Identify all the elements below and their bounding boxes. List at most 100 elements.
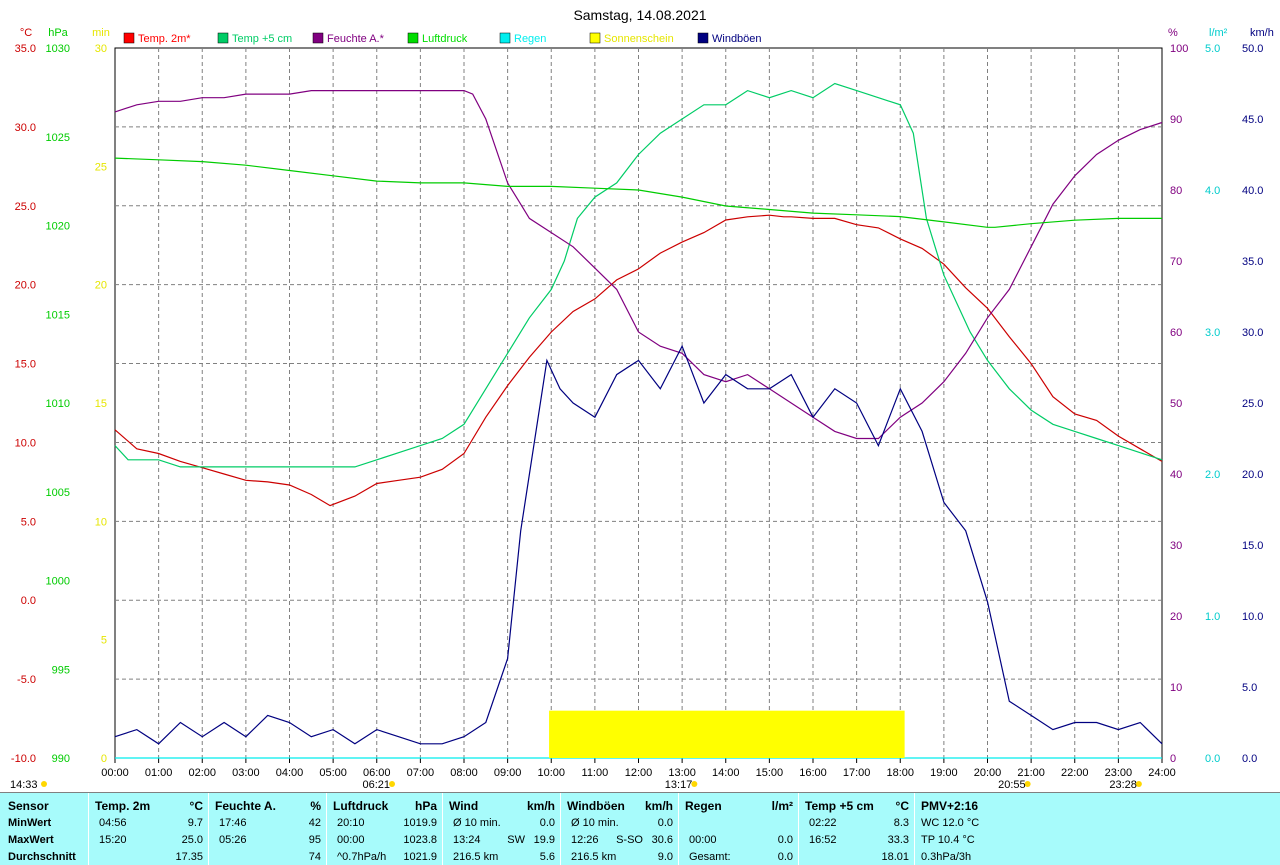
y-tick-label-temp: -5.0: [17, 674, 36, 686]
marker-label: 13:17: [665, 779, 693, 791]
x-tick-label: 08:00: [450, 767, 478, 779]
stats-cell-value: 30.6: [651, 834, 673, 846]
stats-col-title: Temp +5 cm: [805, 799, 874, 813]
y-axis-unit-rain: l/m²: [1209, 27, 1228, 39]
chart-title: Samstag, 14.08.2021: [573, 7, 706, 23]
x-tick-label: 24:00: [1148, 767, 1176, 779]
marker-dot: [41, 781, 47, 787]
stats-cell-direction: S-SO: [616, 834, 643, 846]
y-tick-label-wind: 0.0: [1242, 753, 1257, 765]
x-tick-label: 17:00: [843, 767, 871, 779]
y-tick-label-wind: 45.0: [1242, 114, 1263, 126]
y-tick-label-press: 1000: [46, 576, 70, 588]
y-axis-unit-temp: °C: [20, 27, 32, 39]
y-tick-label-temp: 15.0: [15, 359, 36, 371]
stats-cell-value: 25.0: [181, 834, 203, 846]
stats-cell-time: 04:56: [99, 817, 127, 829]
stats-cell-direction: SW: [507, 834, 525, 846]
stats-cell-time: ^0.7hPa/h: [337, 851, 387, 863]
y-axis-unit-wind: km/h: [1250, 27, 1274, 39]
y-tick-label-wind: 35.0: [1242, 256, 1263, 268]
stats-cell-value: 9.0: [657, 851, 673, 863]
x-tick-label: 15:00: [756, 767, 784, 779]
y-tick-label-hum: 80: [1170, 185, 1182, 197]
stats-cell-value: 18.01: [881, 851, 909, 863]
stats-row-labels: Sensor MinWert MaxWert Durchschnitt: [0, 793, 88, 865]
stats-cell-value: 1019.9: [403, 817, 437, 829]
y-tick-label-press: 990: [52, 753, 70, 765]
stats-cell-value: 9.7: [187, 817, 203, 829]
y-tick-label-sun: 0: [101, 753, 107, 765]
y-axis-unit-hum: %: [1168, 27, 1178, 39]
y-tick-label-wind: 30.0: [1242, 327, 1263, 339]
y-tick-label-sun: 15: [95, 398, 107, 410]
stats-col-unit: hPa: [414, 799, 437, 813]
legend-label: Temp. 2m*: [138, 33, 191, 45]
stats-col-unit: l/m²: [771, 799, 793, 813]
stats-col-unit: km/h: [526, 799, 555, 813]
legend-label: Regen: [514, 33, 546, 45]
x-tick-label: 11:00: [582, 767, 609, 779]
y-tick-label-hum: 20: [1170, 611, 1182, 623]
stats-col-2: Luftdruck hPa 20:10 1019.9 00:00 1023.8 ^0.7hP…: [326, 793, 443, 865]
stats-col-title: Temp. 2m: [95, 799, 151, 813]
y-tick-label-sun: 25: [95, 161, 107, 173]
legend-swatch: [407, 32, 419, 44]
x-tick-label: 16:00: [799, 767, 827, 779]
legend-swatch: [312, 32, 324, 44]
y-tick-label-press: 1030: [46, 43, 70, 55]
stats-col-title: Feuchte A.: [215, 799, 276, 813]
stats-cell-value: 0.0: [657, 817, 673, 829]
y-tick-label-wind: 5.0: [1242, 682, 1257, 694]
x-tick-label: 03:00: [232, 767, 260, 779]
y-tick-label-temp: 20.0: [15, 280, 36, 292]
y-tick-label-wind: 20.0: [1242, 469, 1263, 481]
stats-col-7: PMV+2:16 WC 12.0 °C TP 10.4 °C 0.3hPa/3h: [914, 793, 1035, 865]
stats-col-unit: °C: [189, 799, 203, 813]
stats-cell-value: 0.0: [539, 817, 555, 829]
y-tick-label-hum: 70: [1170, 256, 1182, 268]
legend-swatch: [217, 32, 229, 44]
y-tick-label-wind: 15.0: [1242, 540, 1263, 552]
stats-cell-time: Ø 10 min.: [453, 817, 501, 829]
y-tick-label-rain: 2.0: [1205, 469, 1220, 481]
x-tick-label: 19:00: [930, 767, 958, 779]
y-tick-label-rain: 3.0: [1205, 327, 1220, 339]
y-tick-label-hum: 60: [1170, 327, 1182, 339]
y-tick-label-temp: 0.0: [21, 595, 36, 607]
stats-cell-time: 12:26: [571, 834, 599, 846]
stats-cell-time: 05:26: [219, 834, 247, 846]
y-tick-label-temp: 10.0: [15, 437, 36, 449]
stats-col-title: PMV+2:16: [921, 799, 979, 813]
stats-col-title: Windböen: [567, 799, 625, 813]
x-tick-label: 20:00: [974, 767, 1002, 779]
legend-label: Feuchte A.*: [327, 33, 385, 45]
y-axis-unit-press: hPa: [48, 27, 68, 39]
y-tick-label-wind: 25.0: [1242, 398, 1263, 410]
y-tick-label-rain: 4.0: [1205, 185, 1220, 197]
y-tick-label-rain: 0.0: [1205, 753, 1220, 765]
x-tick-label: 22:00: [1061, 767, 1089, 779]
stats-max-label: MaxWert: [8, 834, 54, 846]
marker-label: 14:33: [10, 779, 38, 791]
stats-col-5: Regen l/m² 00:00 0.0 Gesamt: 0.0: [678, 793, 799, 865]
x-tick-label: 02:00: [188, 767, 216, 779]
marker-label: 06:21: [362, 779, 390, 791]
stats-panel: Sensor MinWert MaxWert Durchschnitt Temp…: [0, 792, 1280, 865]
y-tick-label-hum: 50: [1170, 398, 1182, 410]
stats-col-title: Luftdruck: [333, 799, 389, 813]
y-tick-label-press: 1025: [46, 132, 70, 144]
x-tick-label: 21:00: [1017, 767, 1045, 779]
y-tick-label-press: 1015: [46, 309, 70, 321]
stats-col-unit: %: [310, 799, 321, 813]
y-tick-label-hum: 40: [1170, 469, 1182, 481]
chart-svg: 00:00 01:00 02:00 03:00 04:00 05:00 06:00 07:00…: [10, 7, 1274, 791]
x-tick-label: 06:00: [363, 767, 391, 779]
stats-cell-time: 00:00: [689, 834, 717, 846]
stats-cell-value: 1021.9: [403, 851, 437, 863]
stats-cell-time: 13:24: [453, 834, 481, 846]
stats-cell-time: TP 10.4 °C: [921, 834, 975, 846]
y-tick-label-press: 1010: [46, 398, 70, 410]
stats-cell-value: 19.9: [533, 834, 555, 846]
y-tick-label-temp: 25.0: [15, 201, 36, 213]
